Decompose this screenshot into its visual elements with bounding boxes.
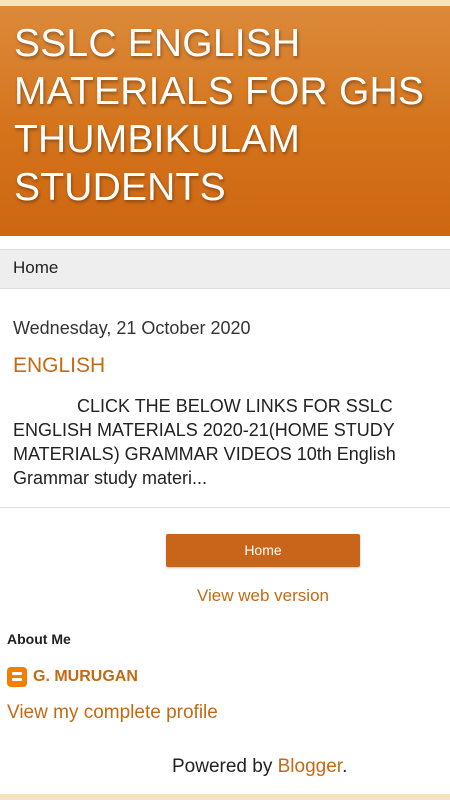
blogger-link[interactable]: Blogger (278, 756, 342, 777)
post-date: Wednesday, 21 October 2020 (13, 318, 251, 338)
home-button[interactable]: Home (166, 534, 360, 567)
about-me-heading: About Me (7, 631, 71, 647)
powered-by: Powered by Blogger. (172, 756, 347, 778)
home-nav-bar[interactable]: Home (0, 249, 450, 289)
post-summary: Wednesday, 21 October 2020 ENGLISH CLICK… (0, 289, 450, 508)
powered-by-suffix: . (342, 756, 348, 777)
post-snippet: CLICK THE BELOW LINKS FOR SSLC ENGLISH M… (13, 396, 396, 488)
view-complete-profile-link[interactable]: View my complete profile (7, 702, 218, 724)
home-nav-label[interactable]: Home (13, 258, 58, 277)
post-title-link[interactable]: ENGLISH (13, 354, 105, 378)
profile-row: G. MURUGAN (7, 666, 138, 688)
view-web-version-link[interactable]: View web version (0, 586, 450, 606)
profile-name-link[interactable]: G. MURUGAN (33, 668, 138, 686)
powered-by-prefix: Powered by (172, 756, 278, 777)
blogger-icon (7, 667, 27, 687)
bottom-accent-strip (0, 794, 450, 800)
blog-header: SSLC ENGLISH MATERIALS FOR GHS THUMBIKUL… (0, 6, 450, 236)
blog-title[interactable]: SSLC ENGLISH MATERIALS FOR GHS THUMBIKUL… (14, 20, 442, 212)
